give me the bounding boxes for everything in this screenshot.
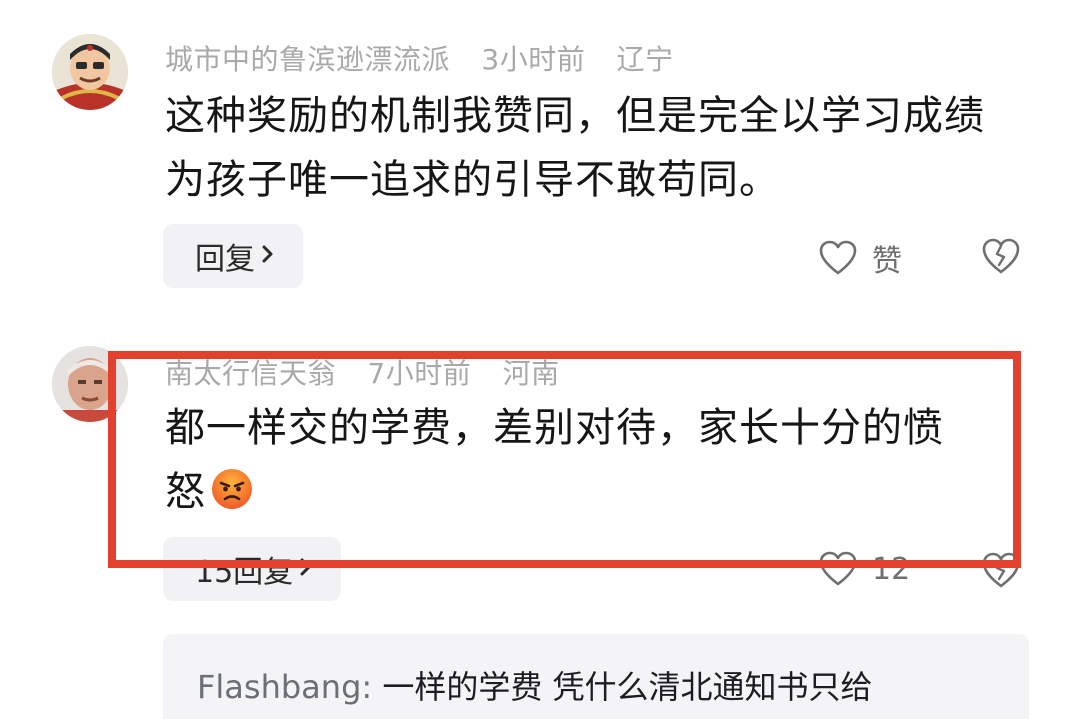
comment-thread: 城市中的鲁滨逊漂流派 3小时前 辽宁 这种奖励的机制我赞同，但是完全以学习成绩为…: [0, 0, 1080, 719]
chevron-right-icon: [299, 554, 313, 584]
chevron-right-icon: [261, 241, 275, 271]
reply-count-label: 15回复: [195, 555, 294, 590]
avatar-cartoon-image: [52, 34, 128, 110]
like-button[interactable]: 赞: [818, 236, 902, 280]
comment-text: 都一样交的学费，差别对待，家长十分的愤 怒: [165, 396, 1025, 530]
angry-face-emoji: [210, 466, 254, 530]
avatar[interactable]: [52, 34, 128, 110]
comment-meta: 城市中的鲁滨逊漂流派 3小时前 辽宁: [165, 38, 696, 78]
dislike-button[interactable]: [980, 236, 1022, 280]
comment-time: 7小时前: [367, 357, 472, 390]
comment-author[interactable]: 南太行信天翁: [165, 357, 336, 390]
broken-heart-icon: [982, 238, 1020, 274]
sub-reply-content: 一样的学费 凭什么清北通知书只给: [372, 668, 873, 706]
avatar-photo-image: [52, 346, 128, 422]
avatar[interactable]: [52, 346, 128, 422]
dislike-button[interactable]: [980, 550, 1022, 594]
reply-button[interactable]: 15回复: [163, 537, 342, 601]
sub-reply-author[interactable]: Flashbang:: [197, 668, 372, 706]
sub-reply-preview[interactable]: Flashbang: 一样的学费 凭什么清北通知书只给: [163, 634, 1029, 719]
comment-time: 3小时前: [481, 43, 586, 76]
comment-text-line: 怒: [165, 460, 1025, 530]
heart-icon: [819, 551, 857, 586]
comment-location: 河南: [502, 357, 560, 390]
like-count: 12: [872, 551, 911, 587]
like-button[interactable]: 12: [818, 550, 910, 588]
comment-text: 这种奖励的机制我赞同，但是完全以学习成绩为孩子唯一追求的引导不敢苟同。: [165, 93, 985, 203]
reply-button[interactable]: 回复: [163, 224, 303, 288]
like-label: 赞: [872, 244, 902, 279]
comment-author[interactable]: 城市中的鲁滨逊漂流派: [165, 43, 450, 76]
comment-location: 辽宁: [616, 43, 674, 76]
broken-heart-icon: [982, 552, 1020, 588]
reply-label: 回复: [195, 242, 255, 277]
comment-meta: 南太行信天翁 7小时前 河南: [165, 352, 582, 392]
comment-text-line: 都一样交的学费，差别对待，家长十分的愤: [165, 405, 944, 451]
sub-reply-text: Flashbang: 一样的学费 凭什么清北通知书只给: [197, 662, 873, 708]
heart-icon: [819, 240, 857, 275]
